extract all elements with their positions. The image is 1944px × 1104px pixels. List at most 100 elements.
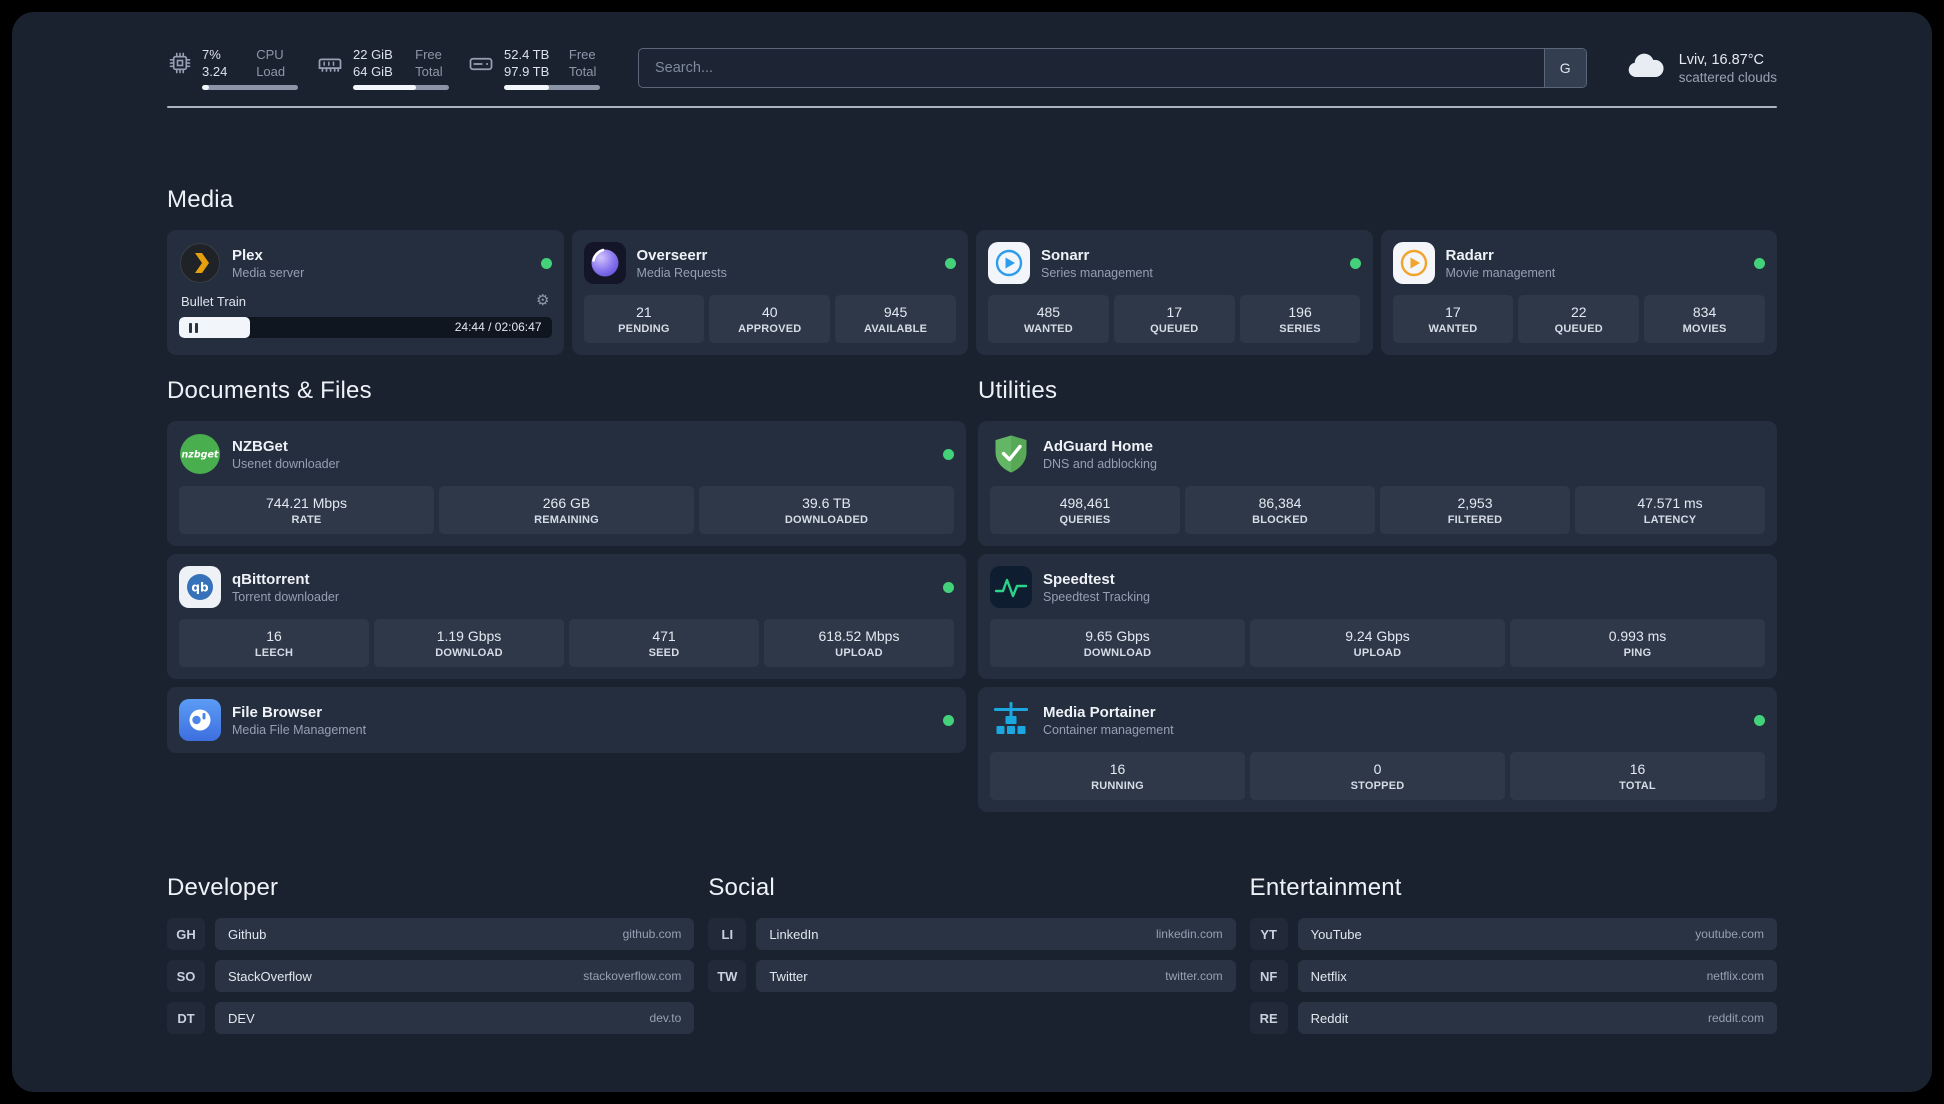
cpu-icon — [167, 50, 193, 76]
bookmark-domain: netflix.com — [1706, 969, 1764, 983]
bookmark-abbr[interactable]: GH — [167, 918, 205, 950]
stats-row: 485 WANTED 17 QUEUED 196 SERIES — [988, 295, 1361, 343]
bookmark-domain: twitter.com — [1165, 969, 1223, 983]
memory-icon — [316, 50, 344, 78]
nzbget-icon: nzbget — [179, 433, 221, 475]
service-card-plex[interactable]: Plex Media server Bullet Train ⚙ 24:44 /… — [167, 230, 564, 355]
service-titles: Media Portainer Container management — [1043, 704, 1174, 737]
cpu-widget: 7% CPU 3.24 Load — [167, 46, 298, 90]
search-provider-button[interactable]: G — [1543, 49, 1586, 87]
service-subtitle: Speedtest Tracking — [1043, 589, 1151, 604]
svg-text:qb: qb — [191, 581, 209, 595]
service-card-qbittorrent[interactable]: qb qBittorrent Torrent downloader 16 LEE… — [167, 554, 966, 679]
bookmark-name: LinkedIn — [769, 926, 819, 942]
sonarr-icon — [988, 242, 1030, 284]
stat-value: 498,461 — [1059, 495, 1111, 511]
bookmark-link[interactable]: StackOverflow stackoverflow.com — [215, 960, 695, 992]
stat-value: 196 — [1288, 304, 1312, 320]
search-input[interactable] — [639, 49, 1544, 87]
playback-progress-bar[interactable]: 24:44 / 02:06:47 — [179, 317, 552, 338]
bookmark-abbr[interactable]: SO — [167, 960, 205, 992]
stat-value: 9.24 Gbps — [1345, 628, 1410, 644]
filebrowser-icon — [179, 699, 221, 741]
stat-latency: 47.571 ms LATENCY — [1575, 486, 1765, 534]
bookmark-dev: DT DEV dev.to — [167, 1002, 695, 1034]
qbittorrent-icon: qb — [179, 566, 221, 608]
stat-value: 17 — [1166, 304, 1183, 320]
service-subtitle: Series management — [1041, 265, 1153, 280]
documents-stack: nzbget NZBGet Usenet downloader 744.21 M… — [167, 421, 966, 753]
service-titles: Overseerr Media Requests — [637, 247, 727, 280]
memory-widget: 22 GiB Free 64 GiB Total — [316, 46, 449, 90]
bookmark-twitter: TW Twitter twitter.com — [708, 960, 1236, 992]
bookmark-link[interactable]: Twitter twitter.com — [756, 960, 1236, 992]
service-card-media-portainer[interactable]: Media Portainer Container management 16 … — [978, 687, 1777, 812]
service-name: Plex — [232, 246, 263, 264]
service-subtitle: Movie management — [1445, 265, 1556, 280]
bookmark-github: GH Github github.com — [167, 918, 695, 950]
service-titles: Speedtest Speedtest Tracking — [1043, 571, 1150, 604]
service-card-file-browser[interactable]: File Browser Media File Management — [167, 687, 966, 753]
memory-readout: 22 GiB Free 64 GiB Total — [353, 46, 449, 90]
bookmark-abbr[interactable]: NF — [1249, 960, 1288, 992]
gear-icon[interactable]: ⚙ — [536, 293, 549, 309]
pause-icon[interactable] — [189, 322, 198, 333]
service-card-nzbget[interactable]: nzbget NZBGet Usenet downloader 744.21 M… — [167, 421, 966, 546]
bookmark-link[interactable]: Github github.com — [215, 918, 695, 950]
bookmark-abbr[interactable]: LI — [708, 918, 747, 950]
weather-widget: Lviv, 16.87°C scattered clouds — [1625, 51, 1777, 86]
stat-label: AVAILABLE — [864, 323, 928, 335]
stat-label: DOWNLOAD — [435, 647, 503, 659]
stat-wanted: 485 WANTED — [988, 295, 1109, 343]
bookmark-abbr[interactable]: DT — [167, 1002, 205, 1034]
bookmark-abbr[interactable]: RE — [1249, 1002, 1288, 1034]
service-subtitle: Media Requests — [636, 265, 727, 280]
stat-value: 1.19 Gbps — [436, 628, 502, 644]
bookmark-abbr[interactable]: TW — [708, 960, 747, 992]
disk-readout: 52.4 TB Free 97.9 TB Total — [504, 46, 600, 90]
bookmark-link[interactable]: DEV dev.to — [215, 1002, 695, 1034]
service-card-overseerr[interactable]: Overseerr Media Requests 21 PENDING 40 A… — [571, 230, 968, 355]
stat-queries: 498,461 QUERIES — [990, 486, 1180, 534]
resource-widgets: 7% CPU 3.24 Load 22 GiB Free 64 GiB Tota… — [167, 46, 600, 90]
bookmark-link[interactable]: LinkedIn linkedin.com — [756, 918, 1236, 950]
card-header: Plex Media server — [179, 242, 552, 284]
service-name: File Browser — [232, 703, 323, 721]
service-card-sonarr[interactable]: Sonarr Series management 485 WANTED 17 Q… — [976, 230, 1373, 355]
service-subtitle: Torrent downloader — [232, 589, 340, 604]
cpu-usage-bar — [202, 85, 298, 90]
bookmark-abbr[interactable]: YT — [1249, 918, 1288, 950]
stats-row: 9.65 Gbps DOWNLOAD 9.24 Gbps UPLOAD 0.99… — [990, 619, 1765, 667]
bookmark-name: Twitter — [769, 968, 808, 984]
service-card-adguard-home[interactable]: AdGuard Home DNS and adblocking 498,461 … — [978, 421, 1777, 546]
card-header: nzbget NZBGet Usenet downloader — [179, 433, 954, 475]
service-card-radarr[interactable]: Radarr Movie management 17 WANTED 22 QUE… — [1380, 230, 1777, 355]
bookmark-link[interactable]: YouTube youtube.com — [1297, 918, 1777, 950]
stat-value: 0.993 ms — [1608, 628, 1667, 644]
stat-value: 945 — [883, 304, 908, 320]
weather-location: Lviv, 16.87°C — [1678, 51, 1765, 68]
cpu-label-top: CPU — [256, 47, 284, 62]
service-titles: NZBGet Usenet downloader — [232, 438, 340, 471]
stat-value: 47.571 ms — [1637, 495, 1703, 511]
bookmark-reddit: RE Reddit reddit.com — [1249, 1002, 1777, 1034]
service-titles: File Browser Media File Management — [232, 704, 366, 737]
stat-label: FILTERED — [1447, 514, 1503, 526]
bookmark-link[interactable]: Reddit reddit.com — [1297, 1002, 1777, 1034]
section-title-documents: Documents & Files — [167, 377, 372, 404]
stat-value: 40 — [761, 304, 778, 320]
service-card-speedtest[interactable]: Speedtest Speedtest Tracking 9.65 Gbps D… — [978, 554, 1777, 679]
disk-widget: 52.4 TB Free 97.9 TB Total — [467, 46, 600, 90]
stat-blocked: 86,384 BLOCKED — [1185, 486, 1375, 534]
stats-row: 498,461 QUERIES 86,384 BLOCKED 2,953 FIL… — [990, 486, 1765, 534]
stat-value: 834 — [1692, 304, 1717, 320]
bookmark-stackoverflow: SO StackOverflow stackoverflow.com — [167, 960, 695, 992]
stat-value: 618.52 Mbps — [818, 628, 900, 644]
stat-upload: 618.52 Mbps UPLOAD — [764, 619, 954, 667]
status-dot-online — [943, 448, 954, 460]
stat-approved: 40 APPROVED — [709, 295, 831, 343]
service-name: NZBGet — [232, 437, 288, 455]
stat-upload: 9.24 Gbps UPLOAD — [1250, 619, 1505, 667]
bookmark-link[interactable]: Netflix netflix.com — [1297, 960, 1777, 992]
stat-value: 21 — [636, 304, 652, 320]
